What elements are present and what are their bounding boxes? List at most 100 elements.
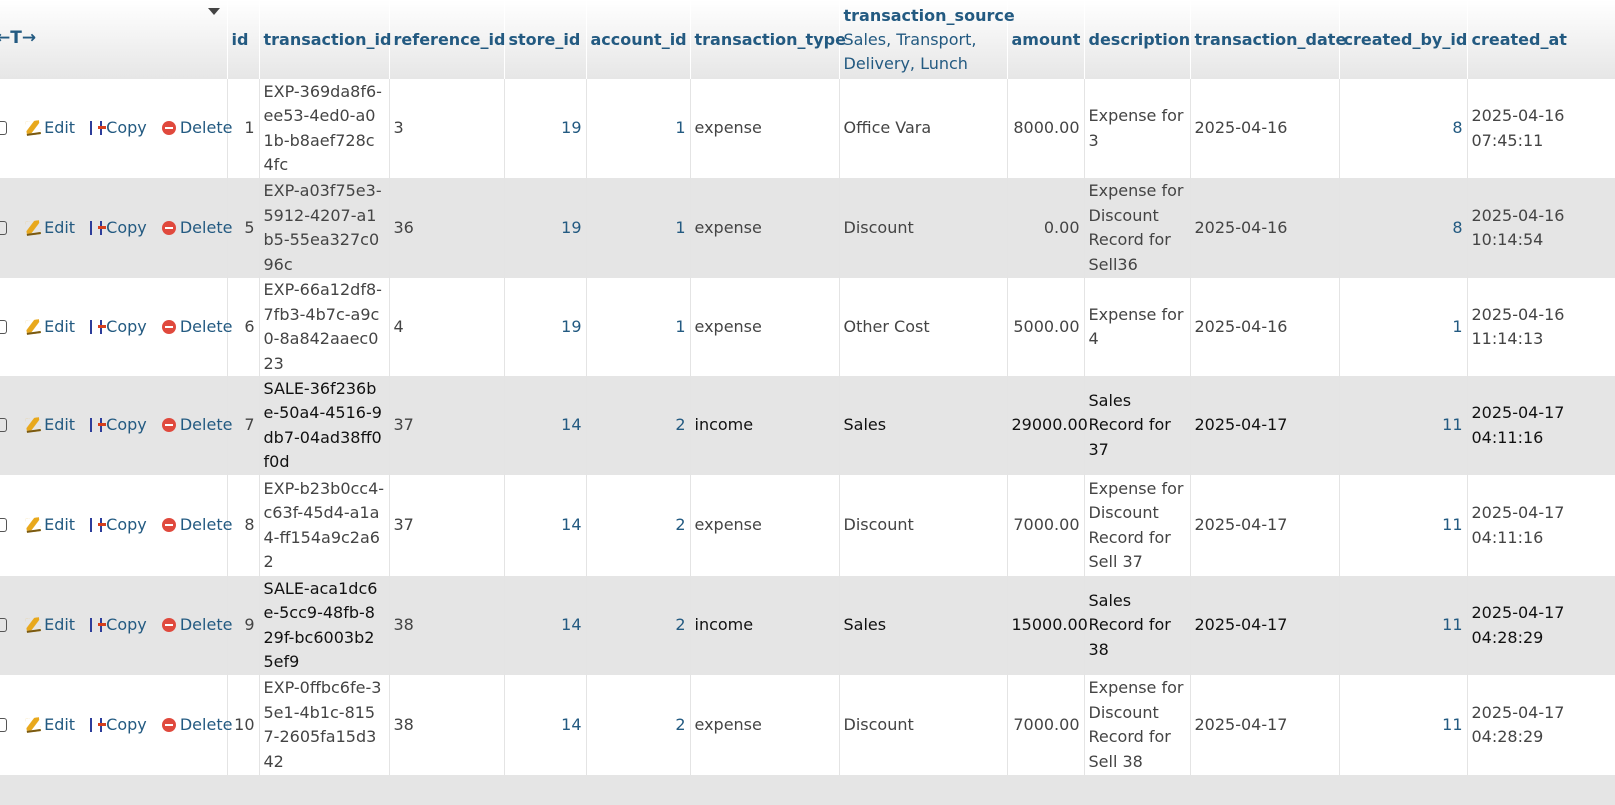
cell-transaction-type[interactable]: income — [690, 376, 840, 475]
column-header-description[interactable]: description — [1084, 0, 1191, 79]
cell-account-id[interactable]: 1 — [586, 79, 691, 178]
column-header-transaction-source[interactable]: transaction_source Sales, Transport, Del… — [839, 0, 1015, 79]
cell-transaction-type[interactable]: expense — [690, 178, 840, 278]
copy-link[interactable]: Copy — [88, 615, 149, 634]
cell-transaction-type[interactable]: expense — [690, 475, 840, 576]
cell-created-by-id[interactable]: 8 — [1339, 79, 1468, 178]
cell-created-at[interactable]: 2025-04-17 04:11:16 — [1467, 376, 1615, 475]
cell-store-id[interactable]: 14 — [504, 475, 587, 576]
cell-created-at[interactable]: 2025-04-17 04:28:29 — [1467, 675, 1615, 775]
row-checkbox[interactable] — [0, 618, 7, 633]
cell-transaction-id[interactable]: SALE-36f236be-50a4-4516-9db7-04ad38ff0f0… — [259, 376, 390, 475]
delete-link[interactable]: Delete — [160, 715, 235, 734]
cell-created-by-id[interactable]: 1 — [1339, 278, 1468, 376]
cell-account-id[interactable]: 2 — [586, 675, 691, 775]
copy-link[interactable]: Copy — [88, 515, 149, 534]
column-header-label[interactable]: transaction_source — [844, 6, 1015, 25]
column-header-label[interactable]: created_at — [1472, 30, 1567, 49]
cell-store-id[interactable]: 19 — [504, 178, 587, 278]
cell-created-by-id[interactable]: 11 — [1339, 675, 1468, 775]
delete-link[interactable]: Delete — [160, 218, 235, 237]
cell-account-id[interactable]: 2 — [586, 576, 691, 675]
column-header-label[interactable]: description — [1089, 30, 1191, 49]
cell-transaction-source[interactable]: Office Vara — [839, 79, 1008, 178]
row-checkbox[interactable] — [0, 518, 7, 533]
cell-created-at[interactable]: 2025-04-17 04:28:29 — [1467, 576, 1615, 675]
cell-reference-id[interactable]: 37 — [389, 475, 505, 576]
cell-transaction-date[interactable]: 2025-04-16 — [1190, 278, 1340, 376]
cell-created-by-id[interactable]: 11 — [1339, 576, 1468, 675]
cell-reference-id[interactable]: 38 — [389, 576, 505, 675]
cell-created-at[interactable]: 2025-04-16 07:45:11 — [1467, 79, 1615, 178]
cell-store-id[interactable]: 14 — [504, 576, 587, 675]
column-header-reference-id[interactable]: reference_id — [389, 0, 506, 79]
column-header-label[interactable]: transaction_id — [264, 30, 392, 49]
cell-account-id[interactable]: 2 — [586, 376, 691, 475]
column-header-label[interactable]: id — [232, 30, 249, 49]
column-header-label[interactable]: created_by_id — [1344, 30, 1468, 49]
edit-link[interactable]: Edit — [24, 715, 77, 734]
row-checkbox[interactable] — [0, 418, 7, 433]
cell-transaction-date[interactable]: 2025-04-17 — [1190, 376, 1340, 475]
cell-transaction-source[interactable]: Discount — [839, 475, 1008, 576]
copy-link[interactable]: Copy — [88, 118, 149, 137]
edit-link[interactable]: Edit — [24, 118, 77, 137]
cell-reference-id[interactable]: 36 — [389, 178, 505, 278]
edit-link[interactable]: Edit — [24, 415, 77, 434]
cell-store-id[interactable]: 19 — [504, 278, 587, 376]
row-checkbox[interactable] — [0, 220, 7, 235]
cell-transaction-date[interactable]: 2025-04-17 — [1190, 576, 1340, 675]
column-nav-arrows[interactable]: ←T→ — [0, 28, 36, 48]
copy-link[interactable]: Copy — [88, 415, 149, 434]
column-header-transaction-id[interactable]: transaction_id — [259, 0, 392, 79]
cell-amount[interactable]: 0.00 — [1007, 178, 1085, 278]
cell-created-at[interactable]: 2025-04-17 04:11:16 — [1467, 475, 1615, 576]
cell-transaction-date[interactable]: 2025-04-17 — [1190, 475, 1340, 576]
column-header-label[interactable]: transaction_type — [695, 30, 846, 49]
column-header-transaction-date[interactable]: transaction_date — [1190, 0, 1346, 79]
column-header-label[interactable]: reference_id — [394, 30, 506, 49]
column-header-id[interactable]: id — [227, 0, 260, 79]
column-header-account-id[interactable]: account_id — [586, 0, 691, 79]
column-header-store-id[interactable]: store_id — [504, 0, 587, 79]
cell-amount[interactable]: 8000.00 — [1007, 79, 1085, 178]
cell-amount[interactable]: 29000.00 — [1007, 376, 1088, 475]
cell-created-by-id[interactable]: 11 — [1339, 376, 1468, 475]
cell-reference-id[interactable]: 4 — [389, 278, 505, 376]
delete-link[interactable]: Delete — [160, 615, 235, 634]
delete-link[interactable]: Delete — [160, 118, 235, 137]
cell-store-id[interactable]: 19 — [504, 79, 587, 178]
cell-transaction-id[interactable]: EXP-0ffbc6fe-35e1-4b1c-8157-2605fa15d342 — [259, 675, 390, 775]
edit-link[interactable]: Edit — [24, 218, 77, 237]
cell-account-id[interactable]: 1 — [586, 178, 691, 278]
cell-transaction-id[interactable]: SALE-aca1dc6e-5cc9-48fb-829f-bc6003b25ef… — [259, 576, 390, 675]
row-checkbox[interactable] — [0, 121, 7, 136]
column-header-created-by-id[interactable]: created_by_id — [1339, 0, 1468, 79]
edit-link[interactable]: Edit — [24, 615, 77, 634]
cell-created-at[interactable]: 2025-04-16 11:14:13 — [1467, 278, 1615, 376]
cell-transaction-type[interactable]: expense — [690, 278, 840, 376]
cell-transaction-type[interactable]: income — [690, 576, 840, 675]
cell-amount[interactable]: 7000.00 — [1007, 675, 1085, 775]
cell-transaction-id[interactable]: EXP-a03f75e3-5912-4207-a1b5-55ea327c096c — [259, 178, 390, 278]
cell-description[interactable]: Expense for Discount Record for Sell 38 — [1084, 675, 1191, 775]
column-header-label[interactable]: store_id — [509, 30, 581, 49]
delete-link[interactable]: Delete — [160, 317, 235, 336]
column-header-transaction-type[interactable]: transaction_type — [690, 0, 846, 79]
cell-transaction-type[interactable]: expense — [690, 675, 840, 775]
cell-description[interactable]: Sales Record for 37 — [1084, 376, 1191, 475]
cell-transaction-date[interactable]: 2025-04-17 — [1190, 675, 1340, 775]
cell-transaction-source[interactable]: Discount — [839, 675, 1008, 775]
cell-transaction-id[interactable]: EXP-66a12df8-7fb3-4b7c-a9c0-8a842aaec023 — [259, 278, 390, 376]
edit-link[interactable]: Edit — [24, 515, 77, 534]
cell-amount[interactable]: 7000.00 — [1007, 475, 1085, 576]
cell-reference-id[interactable]: 3 — [389, 79, 505, 178]
column-header-label[interactable]: transaction_date — [1195, 30, 1347, 49]
cell-created-by-id[interactable]: 11 — [1339, 475, 1468, 576]
edit-link[interactable]: Edit — [24, 317, 77, 336]
cell-transaction-date[interactable]: 2025-04-16 — [1190, 178, 1340, 278]
cell-description[interactable]: Sales Record for 38 — [1084, 576, 1191, 675]
delete-link[interactable]: Delete — [160, 515, 235, 534]
copy-link[interactable]: Copy — [88, 218, 149, 237]
cell-transaction-source[interactable]: Discount — [839, 178, 1008, 278]
